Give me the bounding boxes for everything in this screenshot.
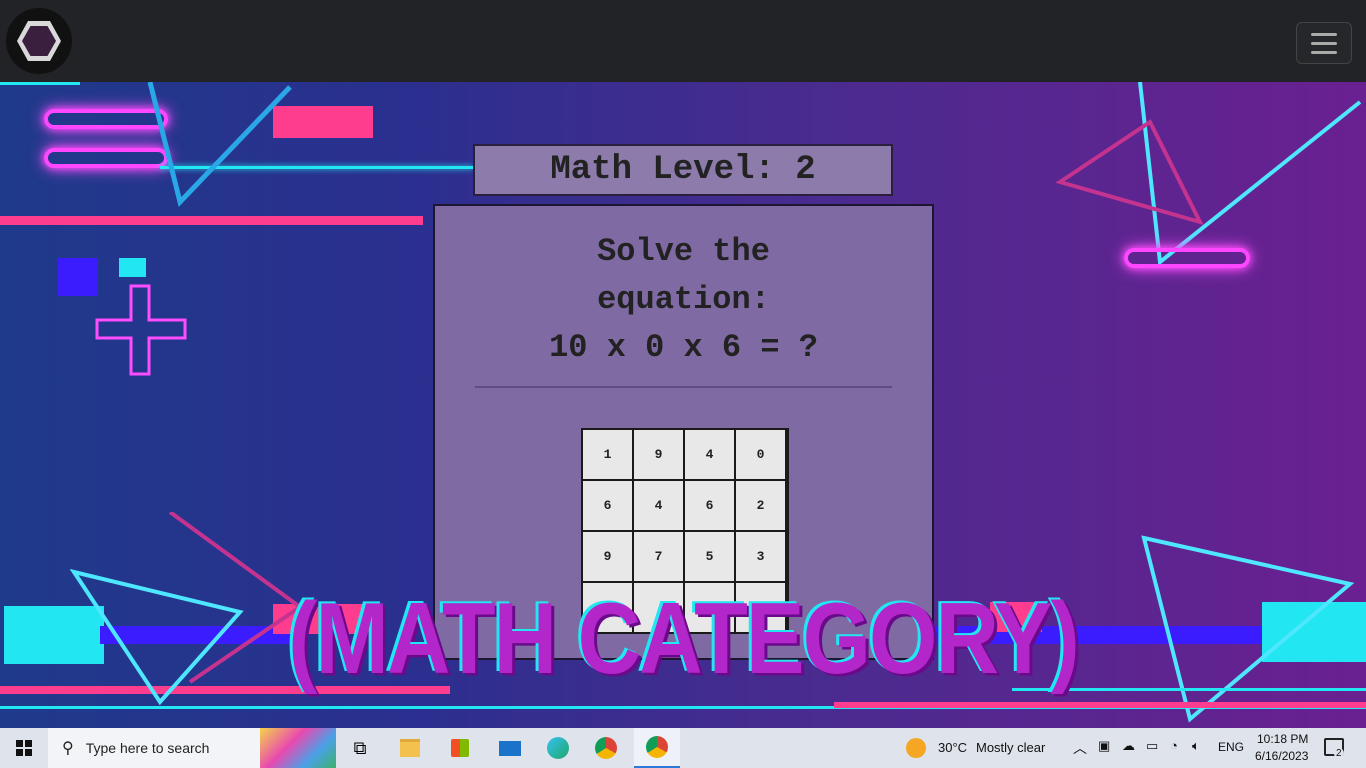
menu-line bbox=[1311, 32, 1337, 36]
clock-time[interactable]: 10:18 PM bbox=[1257, 732, 1308, 746]
network-icon[interactable]: ▣ bbox=[1098, 738, 1110, 754]
weather-temperature[interactable]: 30°C bbox=[938, 740, 967, 755]
pink-line bbox=[0, 216, 423, 225]
mail-icon[interactable] bbox=[492, 728, 528, 768]
cyan-square bbox=[119, 258, 146, 277]
chrome-active-window-icon[interactable] bbox=[634, 728, 680, 768]
pink-line bbox=[834, 702, 1366, 708]
clock-date[interactable]: 6/16/2023 bbox=[1255, 749, 1308, 763]
wifi-icon[interactable]: ◔ bbox=[1170, 738, 1178, 753]
volume-icon[interactable]: 🔈︎ bbox=[1192, 738, 1200, 754]
search-placeholder: Type here to search bbox=[85, 740, 210, 756]
answer-cell[interactable]: 3 bbox=[736, 532, 785, 581]
neon-pill-decoration bbox=[1124, 248, 1250, 268]
answer-cell[interactable]: 2 bbox=[736, 481, 785, 530]
answer-cell[interactable]: 0 bbox=[736, 430, 785, 479]
answer-cell[interactable]: 9 bbox=[634, 430, 683, 479]
answer-cell[interactable]: 6 bbox=[583, 481, 632, 530]
start-button[interactable] bbox=[0, 728, 48, 768]
chrome-browser-icon[interactable] bbox=[588, 728, 624, 768]
question-line: equation: bbox=[597, 281, 770, 318]
answer-cell[interactable]: 7 bbox=[634, 532, 683, 581]
level-title: Math Level: 2 bbox=[473, 144, 893, 196]
menu-line bbox=[1311, 50, 1337, 54]
question-line: Solve the bbox=[597, 233, 770, 270]
neon-plus-icon bbox=[95, 284, 187, 376]
question-text: Solve the equation: 10 x 0 x 6 = ? bbox=[435, 228, 932, 372]
battery-icon[interactable]: ▭ bbox=[1146, 738, 1158, 754]
cyan-line bbox=[0, 82, 80, 85]
divider bbox=[475, 386, 892, 388]
windows-logo-icon bbox=[16, 740, 32, 756]
overlay-caption: (MATH CATEGORY) bbox=[288, 581, 1080, 695]
hamburger-menu-button[interactable] bbox=[1296, 22, 1352, 64]
answer-cell[interactable]: 4 bbox=[685, 430, 734, 479]
language-indicator[interactable]: ENG bbox=[1218, 740, 1244, 754]
answer-cell[interactable]: 5 bbox=[685, 532, 734, 581]
neon-triangle-decoration bbox=[147, 82, 292, 208]
weather-description[interactable]: Mostly clear bbox=[976, 740, 1045, 755]
windows-taskbar: ⚲ Type here to search ⧉ 30°C Mostly clea… bbox=[0, 728, 1366, 768]
equation-text: 10 x 0 x 6 = ? bbox=[549, 329, 818, 366]
onedrive-icon[interactable]: ☁ bbox=[1122, 738, 1135, 754]
answer-cell[interactable]: 4 bbox=[634, 481, 683, 530]
microsoft-store-icon[interactable] bbox=[442, 728, 478, 768]
answer-cell[interactable]: 1 bbox=[583, 430, 632, 479]
top-navbar bbox=[0, 0, 1366, 82]
chevron-up-icon[interactable]: ︿ bbox=[1073, 738, 1087, 758]
answer-cell[interactable]: 6 bbox=[685, 481, 734, 530]
taskbar-search-box[interactable]: ⚲ Type here to search bbox=[48, 728, 336, 768]
brain-logo-icon[interactable] bbox=[6, 8, 72, 74]
notification-count: 2 bbox=[1334, 748, 1344, 759]
blue-square bbox=[58, 258, 98, 296]
file-explorer-icon[interactable] bbox=[392, 728, 428, 768]
search-icon: ⚲ bbox=[62, 740, 74, 757]
answer-cell[interactable]: 9 bbox=[583, 532, 632, 581]
edge-browser-icon[interactable] bbox=[540, 728, 576, 768]
search-highlight-icon bbox=[260, 728, 336, 768]
weather-icon[interactable] bbox=[906, 738, 926, 758]
menu-line bbox=[1311, 41, 1337, 45]
task-view-icon[interactable]: ⧉ bbox=[344, 728, 376, 768]
